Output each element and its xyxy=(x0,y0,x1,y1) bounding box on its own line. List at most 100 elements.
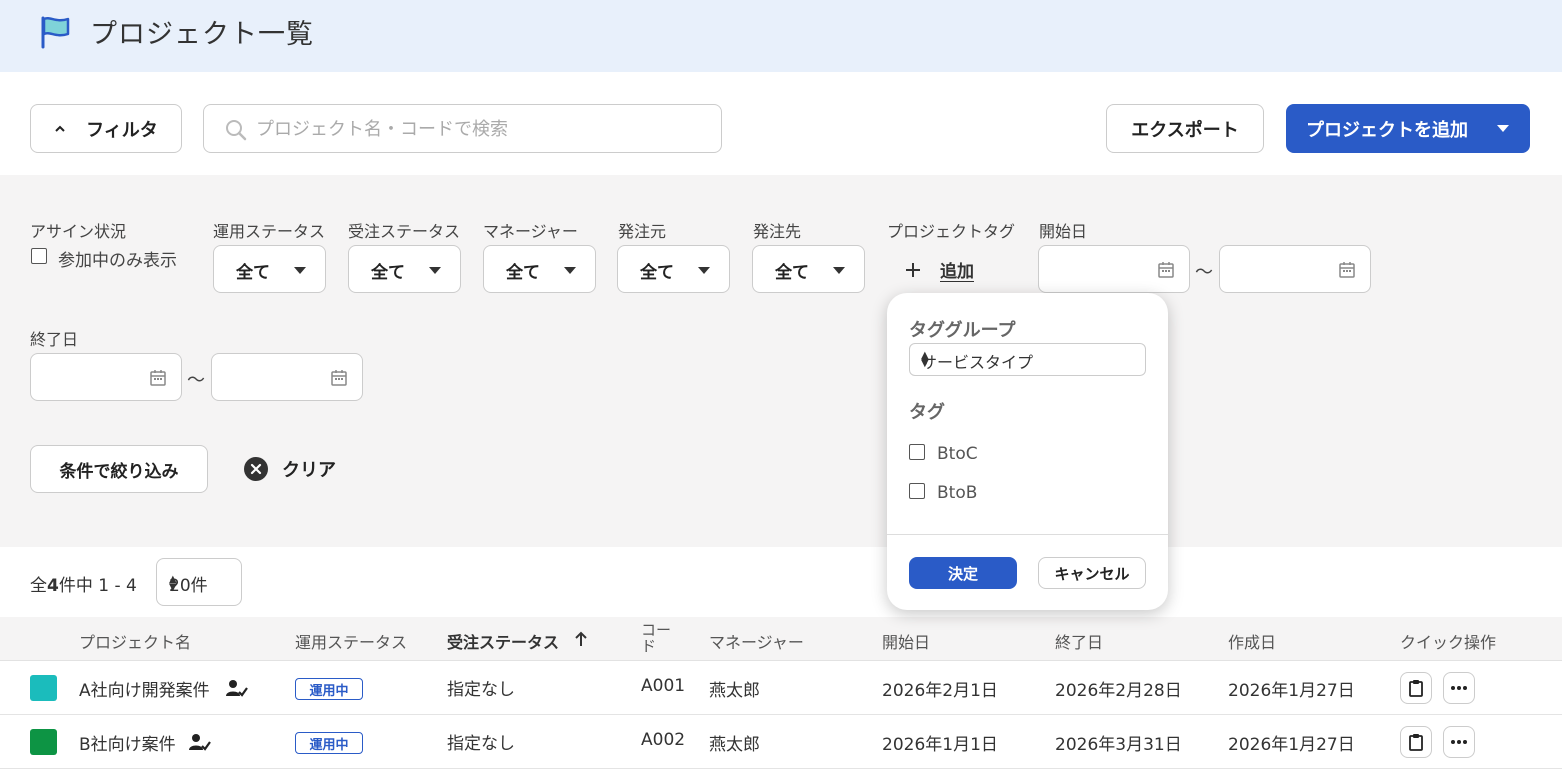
code-cell: A002 xyxy=(641,730,686,750)
add-tag-label: 追加 xyxy=(940,262,974,282)
tag-filter-popup: タググループ サービスタイプ ▲ ▼ タグ BtoC BtoB 決定 キャンセル xyxy=(887,293,1168,610)
project-tag-label: プロジェクトタグ xyxy=(887,222,1016,241)
end-date-label: 終了日 xyxy=(30,330,79,349)
start-date-range-separator: 〜 xyxy=(1195,262,1213,283)
clear-circle-icon xyxy=(244,457,268,481)
sort-updown-icon: ▲ ▼ xyxy=(169,574,177,593)
add-project-label: プロジェクトを追加 xyxy=(1306,120,1468,141)
clipboard-button[interactable] xyxy=(1400,726,1432,758)
start-date-label: 開始日 xyxy=(1039,222,1088,241)
table-row[interactable]: B社向け案件 運用中 指定なし A002 燕太郎 2026年1月1日 2026年… xyxy=(0,715,1562,769)
tag-checkbox-btoc[interactable] xyxy=(909,444,925,460)
clear-filter-label: クリア xyxy=(282,460,336,481)
filter-toggle-button[interactable]: フィルタ xyxy=(30,104,182,153)
col-end-date[interactable]: 終了日 xyxy=(1055,629,1103,653)
export-button[interactable]: エクスポート xyxy=(1106,104,1264,153)
chevron-up-icon xyxy=(55,125,65,132)
caret-down-icon[interactable] xyxy=(1497,125,1509,132)
more-horizontal-icon xyxy=(1451,740,1467,744)
start-date-cell: 2026年2月1日 xyxy=(882,681,998,701)
client-value: 全て xyxy=(640,263,674,283)
project-name-link[interactable]: B社向け案件 xyxy=(79,730,176,755)
plus-icon xyxy=(906,263,920,277)
table-row[interactable]: A社向け開発案件 運用中 指定なし A001 燕太郎 2026年2月1日 202… xyxy=(0,661,1562,715)
more-actions-button[interactable] xyxy=(1443,672,1475,704)
add-tag-button[interactable]: 追加 xyxy=(903,257,993,285)
search-input[interactable] xyxy=(256,115,696,143)
manager-select[interactable]: 全て xyxy=(483,245,596,293)
table-header: プロジェクト名 運用ステータス 受注ステータス コード マネージャー 開始日 終… xyxy=(0,617,1562,661)
col-code-line2: ド xyxy=(641,637,657,655)
confirm-button-label: 決定 xyxy=(947,564,978,583)
popup-divider xyxy=(887,534,1168,535)
start-date-to-input[interactable] xyxy=(1219,245,1371,293)
clipboard-icon xyxy=(1409,734,1423,751)
cancel-button-label: キャンセル xyxy=(1054,564,1130,583)
vendor-select[interactable]: 全て xyxy=(752,245,865,293)
more-horizontal-icon xyxy=(1451,686,1467,690)
manager-cell: 燕太郎 xyxy=(709,681,760,701)
end-date-cell: 2026年2月28日 xyxy=(1055,681,1182,701)
confirm-button[interactable]: 決定 xyxy=(909,557,1017,589)
client-select[interactable]: 全て xyxy=(617,245,730,293)
result-count-prefix: 全 xyxy=(30,576,47,596)
result-count-suffix: 件中 1 - 4 xyxy=(58,576,137,596)
start-date-from-input[interactable] xyxy=(1038,245,1190,293)
operation-status-badge: 運用中 xyxy=(295,732,363,754)
project-color-swatch xyxy=(30,675,57,701)
col-created-date[interactable]: 作成日 xyxy=(1228,629,1276,653)
caret-down-icon xyxy=(294,267,306,274)
page-title: プロジェクト一覧 xyxy=(90,19,314,50)
col-order-status[interactable]: 受注ステータス xyxy=(447,629,559,653)
assign-only-checkbox[interactable] xyxy=(31,248,47,264)
order-status-label: 受注ステータス xyxy=(348,222,461,241)
col-manager[interactable]: マネージャー xyxy=(709,629,804,653)
tag-checkbox-btob[interactable] xyxy=(909,483,925,499)
calendar-icon xyxy=(331,370,347,386)
sort-arrow-up-icon[interactable] xyxy=(573,630,589,648)
end-date-from-input[interactable] xyxy=(30,353,182,401)
result-total: 4 xyxy=(47,576,59,596)
search-icon xyxy=(226,120,247,141)
per-page-select[interactable]: 20件 ▲ ▼ xyxy=(156,558,242,606)
add-project-button[interactable]: プロジェクトを追加 xyxy=(1286,104,1530,153)
search-box[interactable] xyxy=(203,104,722,153)
created-date-cell: 2026年1月27日 xyxy=(1228,735,1355,755)
caret-down-icon xyxy=(429,267,441,274)
tag-label-btob: BtoB xyxy=(937,483,978,503)
calendar-icon xyxy=(1339,262,1355,278)
order-status-cell: 指定なし xyxy=(447,734,515,754)
caret-down-icon xyxy=(564,267,576,274)
cancel-button[interactable]: キャンセル xyxy=(1038,557,1146,589)
col-quick-actions: クイック操作 xyxy=(1400,633,1497,652)
order-status-select[interactable]: 全て xyxy=(348,245,461,293)
person-check-icon xyxy=(189,734,211,751)
filter-panel: アサイン状況 参加中のみ表示 運用ステータス 全て 受注ステータス 全て マネー… xyxy=(0,175,1562,547)
assign-only-label: 参加中のみ表示 xyxy=(58,251,177,271)
project-name-link[interactable]: A社向け開発案件 xyxy=(79,676,210,701)
tag-group-select[interactable]: サービスタイプ ▲ ▼ xyxy=(909,343,1146,376)
col-project-name[interactable]: プロジェクト名 xyxy=(79,629,191,653)
manager-label: マネージャー xyxy=(483,222,578,241)
operation-status-badge: 運用中 xyxy=(295,678,363,700)
caret-down-icon xyxy=(833,267,845,274)
clear-filter-button[interactable]: クリア xyxy=(244,455,354,485)
more-actions-button[interactable] xyxy=(1443,726,1475,758)
end-date-to-input[interactable] xyxy=(211,353,363,401)
col-operation-status[interactable]: 運用ステータス xyxy=(295,629,407,653)
calendar-icon xyxy=(1158,262,1174,278)
manager-value: 全て xyxy=(506,263,540,283)
apply-filter-button[interactable]: 条件で絞り込み xyxy=(30,445,208,493)
clipboard-button[interactable] xyxy=(1400,672,1432,704)
export-button-label: エクスポート xyxy=(1131,119,1239,141)
tag-label-btoc: BtoC xyxy=(937,444,978,464)
project-color-swatch xyxy=(30,729,57,755)
person-check-icon xyxy=(226,680,248,697)
client-label: 発注元 xyxy=(618,222,667,241)
sort-updown-icon: ▲ ▼ xyxy=(921,350,929,369)
operation-status-select[interactable]: 全て xyxy=(213,245,326,293)
assign-status-label: アサイン状況 xyxy=(30,222,127,241)
col-start-date[interactable]: 開始日 xyxy=(882,629,930,653)
apply-filter-label: 条件で絞り込み xyxy=(59,461,179,482)
col-code[interactable]: コード xyxy=(641,622,671,654)
